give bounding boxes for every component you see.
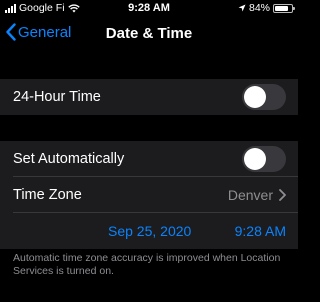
set-automatically-row: Set Automatically: [0, 141, 298, 177]
battery-icon: [273, 3, 295, 13]
set-automatically-label: Set Automatically: [13, 151, 125, 167]
location-arrow-icon: [238, 4, 246, 12]
hour24-row: 24-Hour Time: [0, 79, 298, 115]
date-time-row: Sep 25, 2020 9:28 AM: [0, 213, 298, 249]
page-title: Date & Time: [105, 25, 193, 42]
hour24-group: 24-Hour Time: [0, 79, 298, 115]
hour24-label: 24-Hour Time: [13, 89, 101, 105]
datetime-group: Set Automatically Time Zone Denver Sep 2…: [0, 141, 298, 249]
hour24-toggle[interactable]: [242, 84, 286, 110]
toggle-knob: [244, 86, 266, 108]
time-zone-row[interactable]: Time Zone Denver: [0, 177, 298, 213]
time-value[interactable]: 9:28 AM: [235, 223, 286, 239]
date-value[interactable]: Sep 25, 2020: [108, 223, 191, 239]
chevron-right-icon: [279, 189, 286, 201]
status-bar: Google Fi 9:28 AM 84%: [0, 0, 298, 17]
set-automatically-toggle[interactable]: [242, 146, 286, 172]
battery-percent: 84%: [248, 2, 270, 14]
toggle-knob: [244, 148, 266, 170]
time-zone-label: Time Zone: [13, 187, 82, 203]
footer-note: Automatic time zone accuracy is improved…: [13, 252, 281, 277]
navigation-bar: General Date & Time: [0, 17, 298, 50]
time-zone-value: Denver: [227, 187, 273, 203]
